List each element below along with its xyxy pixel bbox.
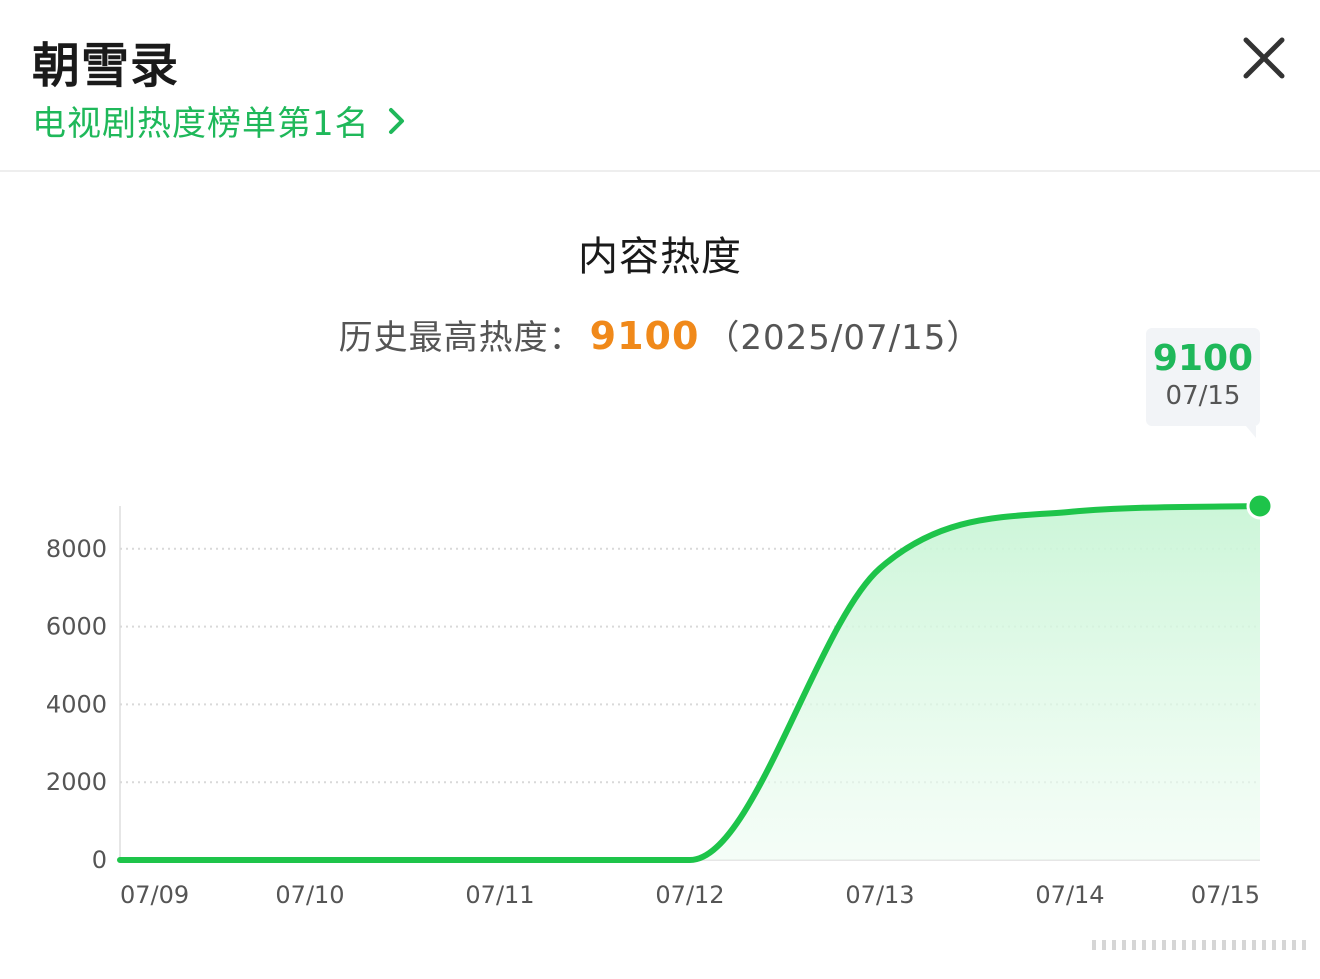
y-tick-label: 2000 bbox=[46, 768, 107, 796]
drag-handle[interactable] bbox=[1092, 940, 1312, 950]
x-tick-label: 07/09 bbox=[120, 881, 189, 909]
y-tick-label: 4000 bbox=[46, 690, 107, 718]
x-tick-label: 07/14 bbox=[1035, 881, 1104, 909]
series-area bbox=[120, 506, 1260, 860]
heat-chart[interactable]: 0 2000 4000 6000 8000 07/09 07/10 07/11 07/12 07/… bbox=[0, 172, 1320, 979]
y-tick-label: 0 bbox=[92, 846, 107, 874]
ranking-link[interactable]: 电视剧热度榜单第1名 bbox=[32, 96, 408, 145]
page-title: 朝雪录 bbox=[32, 38, 180, 94]
ranking-link-label: 电视剧热度榜单第1名 bbox=[32, 104, 370, 144]
x-tick-label: 07/10 bbox=[275, 881, 344, 909]
highlight-point[interactable] bbox=[1246, 492, 1274, 520]
y-tick-label: 8000 bbox=[46, 535, 107, 563]
chevron-right-icon bbox=[388, 107, 404, 134]
close-icon[interactable] bbox=[1238, 32, 1290, 84]
x-tick-label: 07/15 bbox=[1191, 881, 1260, 909]
header: 朝雪录 电视剧热度榜单第1名 bbox=[0, 0, 1320, 172]
x-tick-label: 07/11 bbox=[465, 881, 534, 909]
y-tick-label: 6000 bbox=[46, 613, 107, 641]
x-tick-label: 07/12 bbox=[655, 881, 724, 909]
x-tick-label: 07/13 bbox=[845, 881, 914, 909]
heat-panel: 内容热度 历史最高热度： 9100 （2025/07/15） 9100 07/15 … bbox=[0, 172, 1320, 979]
